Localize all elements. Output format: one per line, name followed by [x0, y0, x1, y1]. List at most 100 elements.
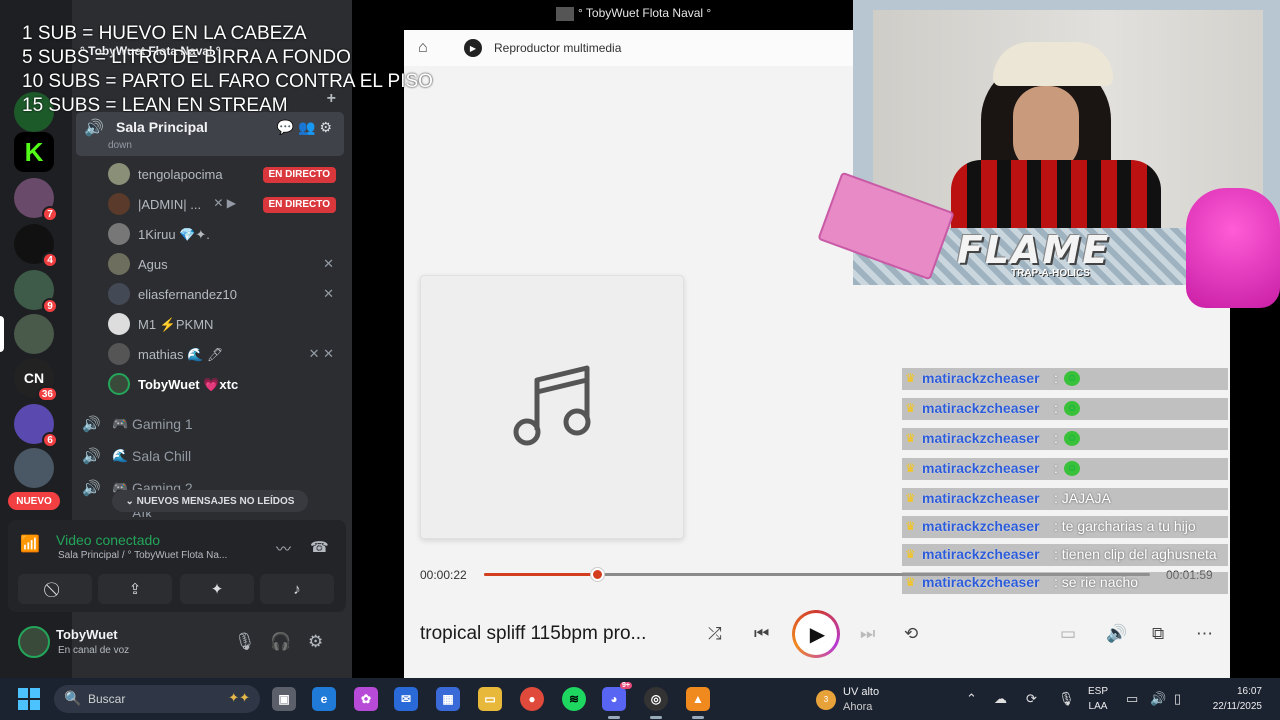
- copilot-icon[interactable]: ✿: [354, 687, 378, 711]
- chat-message: ♛ matirackzcheaser : ☺: [902, 458, 1228, 480]
- gear-icon[interactable]: ⚙: [308, 632, 323, 652]
- chat-user: matirackzcheaser: [922, 430, 1040, 446]
- network-icon[interactable]: ▭: [1126, 691, 1138, 707]
- disconnect-icon[interactable]: ☎: [310, 538, 329, 556]
- chat-text: : se rie nacho: [1054, 574, 1139, 590]
- server-icon-3[interactable]: 4: [14, 224, 58, 268]
- chat-text: : te garcharias a tu hijo: [1054, 518, 1196, 534]
- file-explorer-icon[interactable]: ▭: [478, 687, 502, 711]
- previous-icon[interactable]: ⏮: [754, 624, 769, 644]
- window-thumbnail-icon: [556, 6, 574, 21]
- member-row[interactable]: 1Kiruu 💎✦.: [108, 222, 342, 248]
- next-icon[interactable]: ⏭: [860, 624, 875, 644]
- member-row[interactable]: eliasfernandez10 ✕: [108, 282, 342, 308]
- shuffle-icon[interactable]: ⤮: [708, 624, 722, 644]
- captions-icon[interactable]: ▭: [1060, 624, 1076, 644]
- edge-icon[interactable]: e: [312, 687, 336, 711]
- chat-text: :: [1054, 400, 1058, 416]
- spotify-icon[interactable]: ≋: [562, 687, 586, 711]
- sync-icon[interactable]: ⟳: [1026, 691, 1037, 707]
- chat-user: matirackzcheaser: [922, 400, 1040, 416]
- server-icon-7[interactable]: [14, 448, 54, 488]
- member-name: Agus: [138, 257, 168, 272]
- cloud-icon[interactable]: ☁: [994, 691, 1007, 707]
- server-badge: 4: [42, 252, 58, 268]
- clock[interactable]: 16:07 22/11/2025: [1204, 684, 1262, 714]
- server-icon-6[interactable]: 6: [14, 404, 58, 448]
- crown-icon: ♛: [905, 575, 916, 589]
- member-row-self[interactable]: TobyWuet 💗xtc: [108, 372, 342, 398]
- more-options-icon[interactable]: ⋯: [1196, 624, 1213, 644]
- server-icon-cn[interactable]: CN 36: [14, 358, 58, 402]
- start-button[interactable]: [18, 688, 40, 710]
- buddha-sticker: [1186, 188, 1280, 308]
- speaker-icon: 🔊: [84, 120, 104, 137]
- weather-sub: Ahora: [843, 701, 873, 713]
- notification-badge: 9+: [620, 682, 632, 689]
- server-icon-4[interactable]: 9: [14, 270, 58, 314]
- crown-icon: ♛: [905, 371, 916, 385]
- new-messages-label: NUEVOS MENSAJES NO LEÍDOS: [136, 495, 295, 507]
- deafened-icon: ✕ ✕: [308, 346, 334, 361]
- avatar: [108, 253, 130, 275]
- voice-channel-status: down: [108, 140, 132, 151]
- nuevo-pill[interactable]: NUEVO: [8, 492, 60, 510]
- chrome-icon[interactable]: ●: [520, 687, 544, 711]
- member-row[interactable]: mathias 🌊 🖊 ✕ ✕: [108, 342, 342, 368]
- voice-location[interactable]: Sala Principal / ° TobyWuet Flota Na...: [58, 550, 227, 561]
- chat-message: ♛ matirackzcheaser : te garcharias a tu …: [902, 516, 1228, 538]
- miniplayer-icon[interactable]: ⧉: [1152, 624, 1164, 644]
- user-status: En canal de voz: [58, 645, 130, 656]
- soundboard-icon: ♪: [293, 580, 301, 598]
- activities-button[interactable]: ✦: [180, 574, 254, 604]
- member-row[interactable]: |ADMIN| ... ✕ ▶ EN DIRECTO: [108, 192, 342, 218]
- avatar[interactable]: [18, 626, 50, 658]
- voice-channel-gaming-1[interactable]: 🔊 🎮 Gaming 1: [80, 410, 342, 438]
- chat-message: ♛ matirackzcheaser : JAJAJA: [902, 488, 1228, 510]
- screen-share-button[interactable]: ⇪: [98, 574, 172, 604]
- seek-thumb[interactable]: [591, 568, 605, 581]
- volume-tray-icon[interactable]: 🔊: [1150, 691, 1166, 707]
- username[interactable]: TobyWuet: [56, 627, 118, 642]
- member-row[interactable]: M1 ⚡PKMN: [108, 312, 342, 338]
- camera-off-button[interactable]: ⃠: [18, 574, 92, 604]
- microphone-icon[interactable]: 🎙: [234, 632, 256, 652]
- voice-channel-sala-chill[interactable]: 🔊 🌊 Sala Chill: [80, 442, 342, 470]
- server-icon-2[interactable]: 7: [14, 178, 58, 222]
- soundboard-button[interactable]: ♪: [260, 574, 334, 604]
- server-icon-5[interactable]: [14, 314, 54, 354]
- language-indicator[interactable]: ESP LAA: [1088, 684, 1108, 714]
- volume-icon[interactable]: 🔊: [1106, 624, 1127, 644]
- mail-icon[interactable]: ✉: [394, 687, 418, 711]
- noise-suppression-icon[interactable]: 〰: [276, 538, 291, 559]
- obs-icon[interactable]: ◎: [644, 687, 668, 719]
- server-kick-icon[interactable]: K: [14, 132, 54, 172]
- smiley-emote-icon: ☺: [1064, 461, 1080, 476]
- signal-icon[interactable]: 📶: [20, 534, 40, 554]
- vlc-icon[interactable]: ▲: [686, 687, 710, 719]
- voice-status-title: Video conectado: [56, 532, 161, 548]
- member-row[interactable]: tengolapocima EN DIRECTO: [108, 162, 342, 188]
- play-button[interactable]: ▶: [792, 610, 840, 658]
- member-name: 1Kiruu 💎✦.: [138, 227, 210, 242]
- repeat-icon[interactable]: ⟲: [904, 624, 918, 644]
- battery-icon[interactable]: ▯: [1174, 691, 1181, 707]
- task-view-icon[interactable]: ▣: [272, 687, 296, 711]
- microphone-tray-icon[interactable]: 🎙: [1058, 691, 1075, 707]
- channel-actions-icons[interactable]: 💬👥⚙: [277, 119, 336, 136]
- banner-title: FLAME: [957, 228, 1111, 272]
- chevron-up-icon[interactable]: ⌃: [966, 691, 977, 707]
- new-messages-banner[interactable]: ⌄ NUEVOS MENSAJES NO LEÍDOS: [112, 490, 308, 512]
- crown-icon: ♛: [905, 461, 916, 475]
- channel-name: Gaming 1: [132, 416, 193, 432]
- avatar: [108, 223, 130, 245]
- voice-connection-panel: 📶 Video conectado Sala Principal / ° Tob…: [8, 520, 346, 612]
- store-icon[interactable]: ▦: [436, 687, 460, 711]
- discord-icon[interactable]: ◕ 9+: [602, 682, 632, 719]
- search-box[interactable]: 🔍 Buscar ✦✦: [54, 685, 260, 713]
- member-row[interactable]: Agus ✕: [108, 252, 342, 278]
- headphones-icon[interactable]: 🎧: [270, 632, 291, 652]
- voice-channel-active[interactable]: 🔊 Sala Principal down 💬👥⚙: [76, 112, 344, 156]
- avatar: [108, 373, 130, 395]
- chat-message: ♛ matirackzcheaser : ☺: [902, 368, 1228, 390]
